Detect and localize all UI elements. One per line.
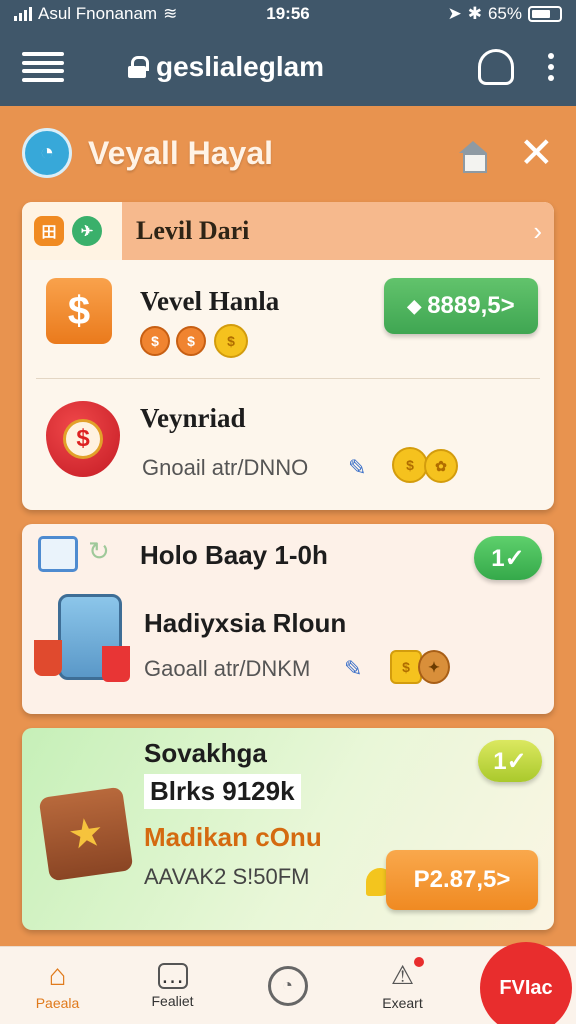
item-title: Vevel Hanla: [140, 286, 280, 316]
refresh-icon: ↻: [88, 536, 110, 566]
card-heading: Holo Baay 1-0h: [140, 540, 328, 570]
battery-icon: [528, 6, 562, 22]
notification-dot: [413, 956, 424, 967]
profile-icon[interactable]: [478, 49, 514, 85]
page-header: ◔ Veyall Hayal ✕: [0, 106, 576, 200]
tag-icon: ◆: [407, 295, 422, 316]
item-title: Madikan cOnu: [144, 822, 322, 852]
task-card[interactable]: ↻ Holo Baay 1-0h 1✓ Hadiyxsia Rloun Gaoa…: [22, 524, 554, 714]
more-options-icon[interactable]: [548, 53, 554, 81]
price-button-label: 8889,5>: [427, 292, 515, 319]
bluetooth-icon: ✱: [467, 4, 482, 23]
claim-button-label: P2.87,5>: [413, 866, 511, 893]
item-title: Veynriad: [140, 403, 246, 433]
pencil-icon: ✎: [348, 455, 367, 480]
cup-icon: [102, 646, 130, 682]
amount-banner: Blrks 9129k: [144, 774, 301, 809]
page-title: Veyall Hayal: [88, 134, 274, 171]
tablet-icon: [38, 536, 78, 572]
lock-icon: [128, 56, 149, 78]
level-header[interactable]: 田 ✈ Levil Dari ›: [22, 202, 554, 260]
wifi-icon: ≋: [163, 4, 178, 23]
item-subtitle: Gnoail atr/DNNO: [142, 455, 309, 480]
check-badge[interactable]: 1✓: [474, 536, 542, 580]
list-item[interactable]: $ Veynriad Gnoail atr/DNNO ✎ $ ✿: [22, 379, 554, 510]
carrier-text: Asul Fnonanam: [38, 4, 158, 23]
signal-icon: [14, 7, 32, 21]
close-icon[interactable]: ✕: [519, 132, 554, 174]
nav-home[interactable]: ⌂ Paeala: [0, 958, 115, 1011]
reward-card[interactable]: Sovakhga 1✓ Blrks 9129k ★ Madikan cOnu A…: [22, 728, 554, 930]
battery-text: 65%: [487, 4, 522, 23]
app-title-text: geslialeglam: [156, 51, 325, 82]
card-heading: Sovakhga: [144, 738, 267, 768]
nav-label: Exeart: [382, 994, 423, 1011]
status-bar: Asul Fnonanam ≋ 19:56 ➤ ✱ 65%: [0, 0, 576, 28]
pencil-icon: ✎: [344, 656, 363, 681]
level-header-label: Levil Dari: [136, 216, 250, 245]
item-subtitle: AAVAK2 S!50FM: [144, 864, 310, 889]
coin-icon: $: [214, 324, 248, 358]
fruit-icon: ✿: [424, 449, 458, 483]
coin-icon: $: [392, 447, 428, 483]
money-box-icon: $: [46, 278, 112, 344]
money-bag-icon: $: [46, 401, 120, 477]
nav-timer[interactable]: ◔: [230, 965, 345, 1006]
check-badge[interactable]: 1✓: [478, 740, 542, 782]
chat-bubble-icon: ◔: [22, 128, 72, 178]
clock: 19:56: [266, 4, 310, 23]
app-title: geslialeglam: [128, 51, 324, 83]
chevron-right-icon: ›: [533, 215, 542, 246]
app-bar: geslialeglam: [0, 28, 576, 106]
fab-button[interactable]: FVIac: [480, 942, 572, 1024]
timer-icon: ◔: [267, 965, 308, 1006]
grid-icon: 田: [34, 216, 64, 246]
chat-icon: …: [157, 962, 188, 989]
menu-icon[interactable]: [22, 52, 64, 82]
fab-label: FVIac: [499, 976, 553, 999]
fruit-basket-icon: [34, 640, 62, 676]
plane-icon: ✈: [72, 216, 102, 246]
claim-button[interactable]: P2.87,5>: [386, 850, 538, 910]
nav-label: Fealiet: [151, 992, 194, 1009]
level-card: 田 ✈ Levil Dari › $ Vevel Hanla $ $ $ ◆ 8…: [22, 202, 554, 510]
item-subtitle: Gaoall atr/DNKM: [144, 656, 311, 681]
list-item[interactable]: $ Vevel Hanla $ $ $ ◆ 8889,5>: [22, 260, 554, 378]
home-icon: ⌂: [48, 958, 67, 992]
location-icon: ➤: [447, 4, 462, 23]
pineapple-icon: ✦: [418, 650, 450, 684]
nav-alerts[interactable]: ⚠ Exeart: [345, 956, 460, 1011]
check-badge-label: 1✓: [493, 747, 527, 775]
gift-bag-icon: ★: [38, 786, 134, 882]
coin-icon: $: [140, 326, 170, 356]
nav-label: Paeala: [35, 994, 80, 1011]
item-title: Hadiyxsia Rloun: [144, 608, 347, 638]
nav-chat[interactable]: … Fealiet: [115, 962, 230, 1009]
coin-icon: $: [176, 326, 206, 356]
price-button[interactable]: ◆ 8889,5>: [384, 278, 538, 334]
check-badge-label: 1✓: [491, 544, 525, 572]
house-icon[interactable]: [458, 135, 487, 173]
bell-icon: ⚠: [386, 956, 424, 991]
